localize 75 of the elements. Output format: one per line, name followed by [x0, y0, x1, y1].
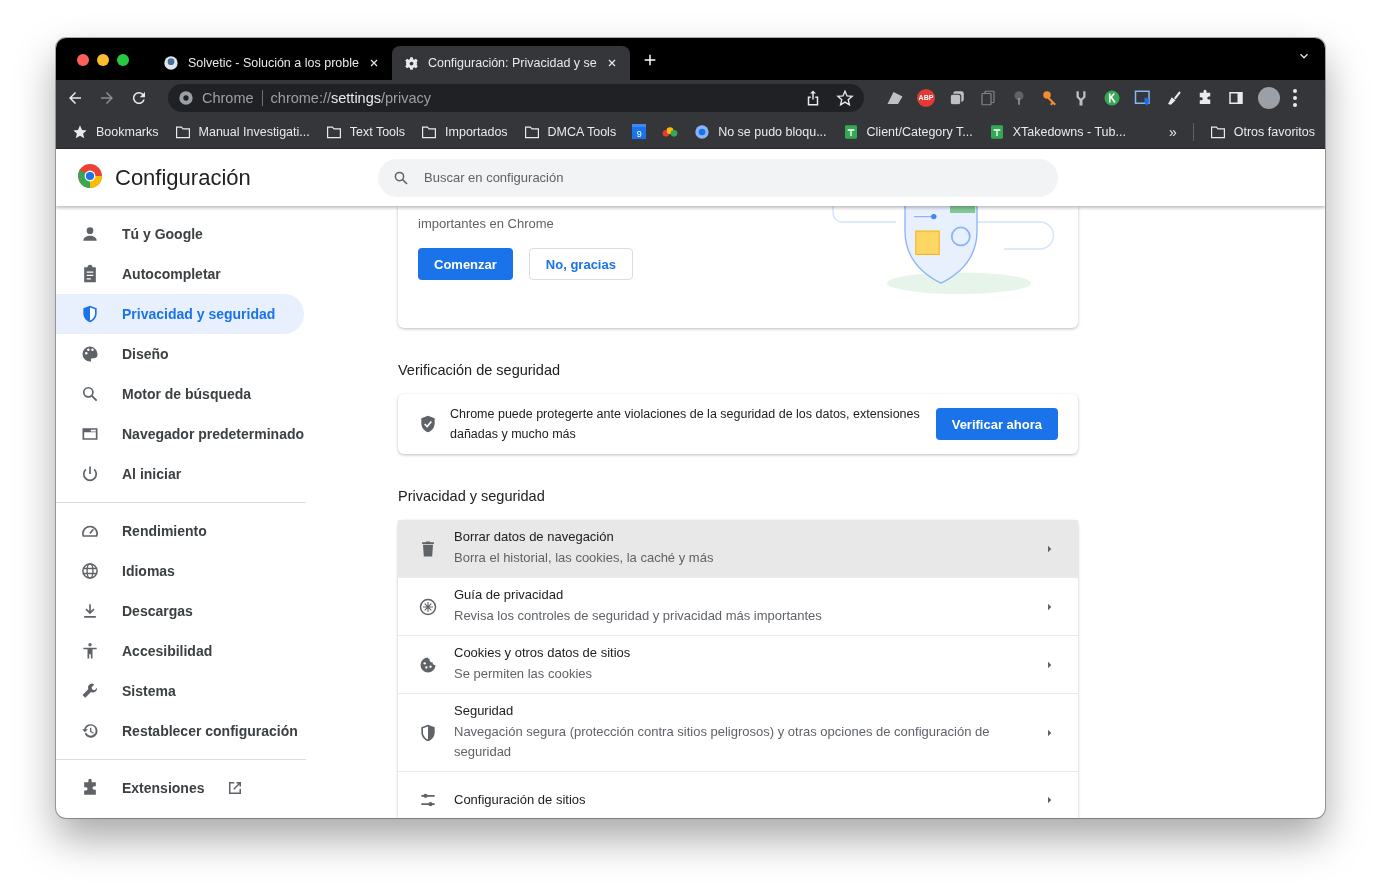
person-icon: [80, 224, 100, 244]
bookmark-item[interactable]: XTakedowns - Tub...: [988, 123, 1126, 140]
bookmark-item[interactable]: No se pudo bloqu...: [694, 123, 827, 140]
power-icon: [80, 464, 100, 484]
sidebar-item[interactable]: Extensiones: [56, 768, 304, 808]
sidebar-item[interactable]: Descargas: [56, 591, 304, 631]
check-now-button[interactable]: Verificar ahora: [935, 408, 1058, 440]
shield-check-icon: [418, 414, 438, 434]
spreadsheet-icon: [842, 123, 859, 140]
history-icon: [80, 721, 100, 741]
bookmark-item[interactable]: Manual Investigati...: [174, 123, 310, 140]
close-window-button[interactable]: [77, 54, 89, 66]
copy-icon[interactable]: [979, 88, 997, 107]
sidebar-item[interactable]: Idiomas: [56, 551, 304, 591]
key-icon[interactable]: [1041, 88, 1059, 107]
page-title: Configuración: [115, 164, 252, 191]
settings-row[interactable]: Guía de privacidad Revisa los controles de seguridad y privacidad más importantes: [398, 577, 1078, 635]
palette-icon: [80, 344, 100, 364]
browser-tab[interactable]: Solvetic - Solución a los proble: [151, 46, 392, 80]
bookmark-item[interactable]: Text Tools: [325, 123, 406, 140]
bookmark-item[interactable]: DMCA Tools: [523, 123, 617, 140]
sidebar-item[interactable]: Al iniciar: [56, 454, 304, 494]
globe-icon: [163, 55, 179, 71]
sidebar-item[interactable]: Motor de búsqueda: [56, 374, 304, 414]
bookmark-item[interactable]: Importados: [421, 123, 508, 140]
settings-row[interactable]: Cookies y otros datos de sitios Se permiten las cookies: [398, 635, 1078, 693]
search-icon: [80, 384, 100, 404]
card-text: importantes en Chrome: [418, 216, 555, 231]
sidebar-item[interactable]: Sistema: [56, 671, 304, 711]
compass-icon: [418, 596, 438, 617]
url-text: chrome://settings/privacy: [270, 89, 431, 106]
address-bar[interactable]: Chrome chrome://settings/privacy: [168, 83, 864, 112]
sidebar-item[interactable]: Tú y Google: [56, 214, 304, 254]
globe-icon: [80, 561, 100, 581]
bookmark-item[interactable]: Client/Category T...: [842, 123, 973, 140]
broom-icon[interactable]: [1165, 88, 1183, 107]
star-icon: [72, 123, 88, 140]
minimize-window-button[interactable]: [97, 54, 109, 66]
profile-avatar[interactable]: [1258, 86, 1280, 109]
shield-icon: [418, 722, 438, 743]
browser-tab[interactable]: Configuración: Privacidad y se: [391, 46, 630, 80]
section-heading: Privacidad y seguridad: [398, 488, 546, 504]
sidebar-item[interactable]: Navegador predeterminado: [56, 414, 304, 454]
accessibility-icon: [80, 641, 100, 661]
shield-icon: [80, 304, 100, 324]
search-field[interactable]: Buscar en configuración: [378, 158, 1058, 197]
shield-window-icon[interactable]: [1134, 88, 1152, 107]
settings-row[interactable]: Borrar datos de navegación Borra el historial, las cookies, la caché y más: [398, 520, 1078, 577]
more-bookmarks-button[interactable]: »: [1168, 123, 1177, 140]
site-icon: [694, 123, 711, 140]
k-logo-icon[interactable]: [1103, 88, 1121, 107]
overlapping-squares-icon[interactable]: [948, 88, 966, 107]
bookmark-folder[interactable]: Otros favoritos: [1209, 123, 1315, 140]
settings-row[interactable]: Configuración de sitios: [398, 771, 1078, 818]
more-icon[interactable]: [1293, 88, 1297, 107]
site-label: Chrome: [202, 89, 254, 106]
sidebar-item[interactable]: Autocompletar: [56, 254, 304, 294]
section-heading: Verificación de seguridad: [398, 362, 562, 378]
chrome-logo-icon: [77, 162, 103, 189]
start-button[interactable]: Comenzar: [418, 248, 513, 280]
sidebar-item[interactable]: Diseño: [56, 334, 304, 374]
gear-icon: [403, 55, 419, 71]
star-outline-icon[interactable]: [836, 88, 854, 107]
sidebar-item[interactable]: Privacidad y seguridad: [56, 294, 304, 334]
sidebar-item[interactable]: Accesibilidad: [56, 631, 304, 671]
calendar-icon[interactable]: 9: [632, 124, 647, 139]
settings-row[interactable]: Seguridad Navegación segura (protección contra sitios peligrosos) y otras opciones de configuración de seguridad: [398, 693, 1078, 771]
bookmark-item[interactable]: Bookmarks: [72, 123, 159, 140]
zoom-window-button[interactable]: [117, 54, 129, 66]
safety-check-text: Chrome puede protegerte ante violaciones de la seguridad de los datos, extensiones dañadas y mucho más: [450, 406, 921, 443]
spreadsheet-icon: [988, 123, 1005, 140]
decline-button[interactable]: No, gracias: [528, 248, 633, 280]
chrome-logo-icon: [178, 89, 194, 106]
sidebar-item[interactable]: Restablecer configuración: [56, 711, 304, 751]
sidebar-item[interactable]: Rendimiento: [56, 511, 304, 551]
